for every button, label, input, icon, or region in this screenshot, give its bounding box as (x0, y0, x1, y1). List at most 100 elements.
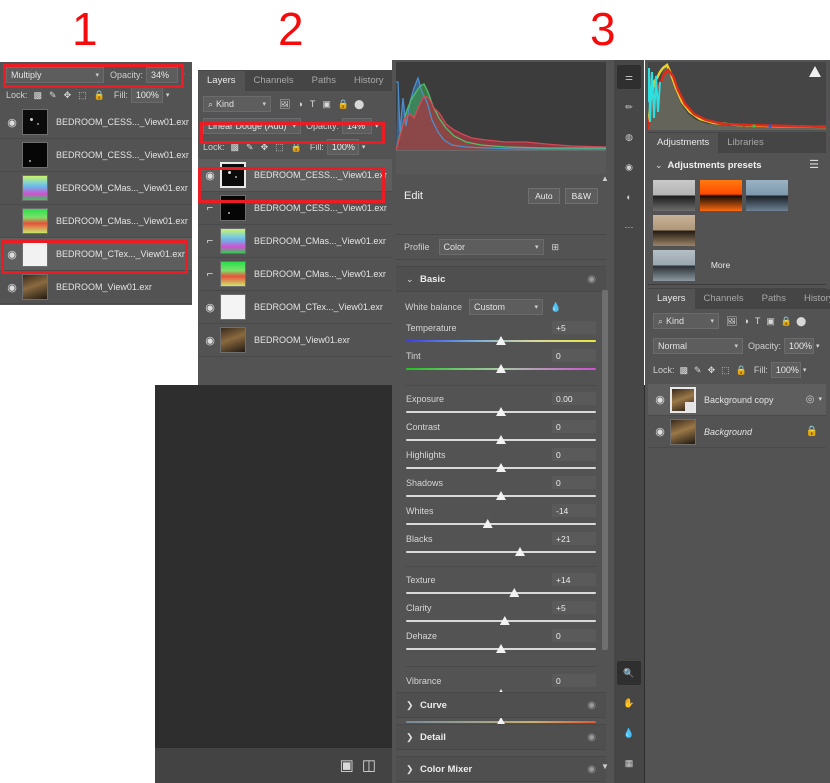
table-row[interactable]: ⌐ BEDROOM_CMas..._View01.exr (198, 225, 392, 258)
lock-all-icon[interactable]: 🔒 (94, 90, 105, 100)
basic-section-header[interactable]: ⌄ Basic ◉ (396, 266, 606, 292)
eyedropper-icon[interactable]: 💧 (550, 302, 561, 312)
table-row[interactable]: BEDROOM_CESS..._View01.exr (0, 139, 192, 172)
slider-blacks[interactable]: Blacks +21 (396, 529, 606, 557)
table-row[interactable]: ◉ BEDROOM_CTex..._View01.exr (0, 238, 192, 271)
slider-value[interactable]: +21 (552, 532, 596, 545)
table-row[interactable]: BEDROOM_CMas..._View01.exr (0, 205, 192, 238)
image-filter-icon[interactable]: 🖼 (726, 316, 737, 326)
adjustment-filter-icon[interactable]: ◑ (743, 316, 748, 326)
kind-filter-select[interactable]: ⌕ Kind ▾ (653, 313, 719, 329)
profile-browser-icon[interactable]: ⊞ (552, 242, 560, 252)
auto-button[interactable]: Auto (528, 188, 560, 204)
tab-paths[interactable]: Paths (752, 289, 795, 309)
table-row[interactable]: ◉ BEDROOM_CTex..._View01.exr (198, 291, 392, 324)
chevron-down-icon[interactable]: ▾ (166, 92, 170, 99)
smart-object-filter-icon[interactable]: 🔒 (781, 316, 792, 326)
panel1-fill-field[interactable]: 100% (130, 87, 163, 103)
profile-select[interactable]: Color ▾ (438, 239, 544, 255)
slider-whites[interactable]: Whites -14 (396, 501, 606, 529)
scroll-down-arrow-icon[interactable]: ▼ (600, 762, 610, 774)
smart-filter-icon[interactable]: ◎ (806, 394, 815, 405)
list-view-icon[interactable]: ☰ (809, 159, 819, 171)
slider-value[interactable]: 0 (552, 420, 596, 433)
slider-exposure[interactable]: Exposure 0.00 (396, 389, 606, 417)
artboard-lock-icon[interactable]: ⬚ (275, 142, 284, 152)
slider-value[interactable]: 0 (552, 349, 596, 362)
tab-paths[interactable]: Paths (302, 71, 345, 91)
before-after-icon[interactable]: ◫ (362, 758, 376, 773)
healing-brush-icon[interactable]: ✏ (617, 95, 641, 119)
zoom-icon[interactable]: 🔍 (617, 661, 641, 685)
slider-value[interactable]: -14 (552, 504, 596, 517)
red-eye-icon[interactable]: ◉ (617, 155, 641, 179)
eye-icon[interactable]: ◉ (200, 334, 220, 347)
brush-lock-icon[interactable]: ✎ (694, 365, 702, 375)
image-filter-icon[interactable]: 🖼 (279, 99, 290, 109)
slider-clarity[interactable]: Clarity +5 (396, 598, 606, 626)
more-options-icon[interactable]: ⋯ (617, 215, 641, 239)
slider-highlights[interactable]: Highlights 0 (396, 445, 606, 473)
slider-temperature[interactable]: Temperature +5 (396, 318, 606, 346)
eye-icon-hidden[interactable]: ⌐ (200, 202, 220, 214)
slider-tint[interactable]: Tint 0 (396, 346, 606, 374)
slider-value[interactable]: 0 (552, 674, 596, 687)
slider-dehaze[interactable]: Dehaze 0 (396, 626, 606, 654)
slider-texture[interactable]: Texture +14 (396, 570, 606, 598)
table-row[interactable]: ⌐ BEDROOM_CESS..._View01.exr (198, 192, 392, 225)
panel1-blend-mode-select[interactable]: Multiply ▾ (6, 67, 104, 83)
kind-filter-select[interactable]: ⌕ Kind ▾ (203, 96, 271, 112)
eye-icon[interactable]: ◉ (200, 301, 220, 314)
slider-value[interactable]: 0 (552, 629, 596, 642)
move-lock-icon[interactable]: ✥ (261, 142, 269, 152)
smart-object-filter-icon[interactable]: 🔒 (338, 99, 349, 109)
transparency-lock-icon[interactable]: ▩ (34, 90, 43, 100)
preset-sunset[interactable] (699, 180, 742, 211)
right-blend-mode-select[interactable]: Normal ▾ (653, 338, 743, 354)
type-filter-icon[interactable]: T (310, 99, 316, 109)
slider-value[interactable]: 0 (552, 476, 596, 489)
filter-toggle-icon[interactable]: ⬤ (796, 316, 806, 326)
chevron-down-icon[interactable]: ▾ (818, 396, 822, 403)
panel2-fill-field[interactable]: 100% (326, 139, 359, 155)
eye-icon[interactable]: ◉ (2, 281, 22, 294)
table-row[interactable]: ◉ BEDROOM_View01.exr (0, 271, 192, 304)
table-row[interactable]: BEDROOM_CMas..._View01.exr (0, 172, 192, 205)
lock-icon[interactable]: 🔒 (806, 426, 818, 437)
table-row[interactable]: ◉ Background copy ◎ ▾ (648, 384, 826, 416)
table-row[interactable]: ⌐ BEDROOM_CMas..._View01.exr (198, 258, 392, 291)
color-mixer-section-header[interactable]: ❯ Color Mixer ◉ (396, 756, 606, 782)
filter-toggle-icon[interactable]: ⬤ (354, 99, 364, 109)
chevron-down-icon[interactable]: ▾ (181, 72, 185, 79)
tab-layers[interactable]: Layers (198, 71, 245, 91)
table-row[interactable]: ◉ BEDROOM_CESS..._View01.exr (0, 106, 192, 139)
type-filter-icon[interactable]: T (755, 316, 761, 326)
eye-icon[interactable]: ◉ (2, 116, 22, 129)
slider-value[interactable]: +5 (552, 601, 596, 614)
right-fill-field[interactable]: 100% (770, 362, 801, 378)
white-balance-select[interactable]: Custom ▾ (469, 299, 544, 315)
brush-lock-icon[interactable]: ✎ (49, 90, 57, 100)
tab-channels[interactable]: Channels (694, 289, 753, 309)
eye-icon[interactable]: ◉ (587, 764, 596, 775)
brush-lock-icon[interactable]: ✎ (246, 142, 254, 152)
lock-all-icon[interactable]: 🔒 (736, 365, 747, 375)
slider-value[interactable]: +14 (552, 573, 596, 586)
detail-section-header[interactable]: ❯ Detail ◉ (396, 724, 606, 750)
slider-value[interactable]: +5 (552, 321, 596, 334)
transparency-lock-icon[interactable]: ▩ (231, 142, 240, 152)
shape-filter-icon[interactable]: ▣ (322, 99, 331, 109)
artboard-lock-icon[interactable]: ⬚ (78, 90, 87, 100)
artboard-lock-icon[interactable]: ⬚ (721, 365, 730, 375)
clipping-warning-icon[interactable] (809, 66, 821, 77)
shape-filter-icon[interactable]: ▣ (766, 316, 775, 326)
slider-value[interactable]: 0.00 (552, 392, 596, 405)
eyedropper-icon[interactable]: 💧 (617, 721, 641, 745)
bw-button[interactable]: B&W (564, 188, 598, 204)
eye-icon[interactable]: ◉ (650, 393, 670, 406)
chevron-down-icon[interactable]: ▾ (375, 123, 379, 130)
tab-channels[interactable]: Channels (244, 71, 303, 91)
transparency-lock-icon[interactable]: ▩ (680, 365, 689, 375)
slider-contrast[interactable]: Contrast 0 (396, 417, 606, 445)
eye-icon[interactable]: ◉ (2, 248, 22, 261)
